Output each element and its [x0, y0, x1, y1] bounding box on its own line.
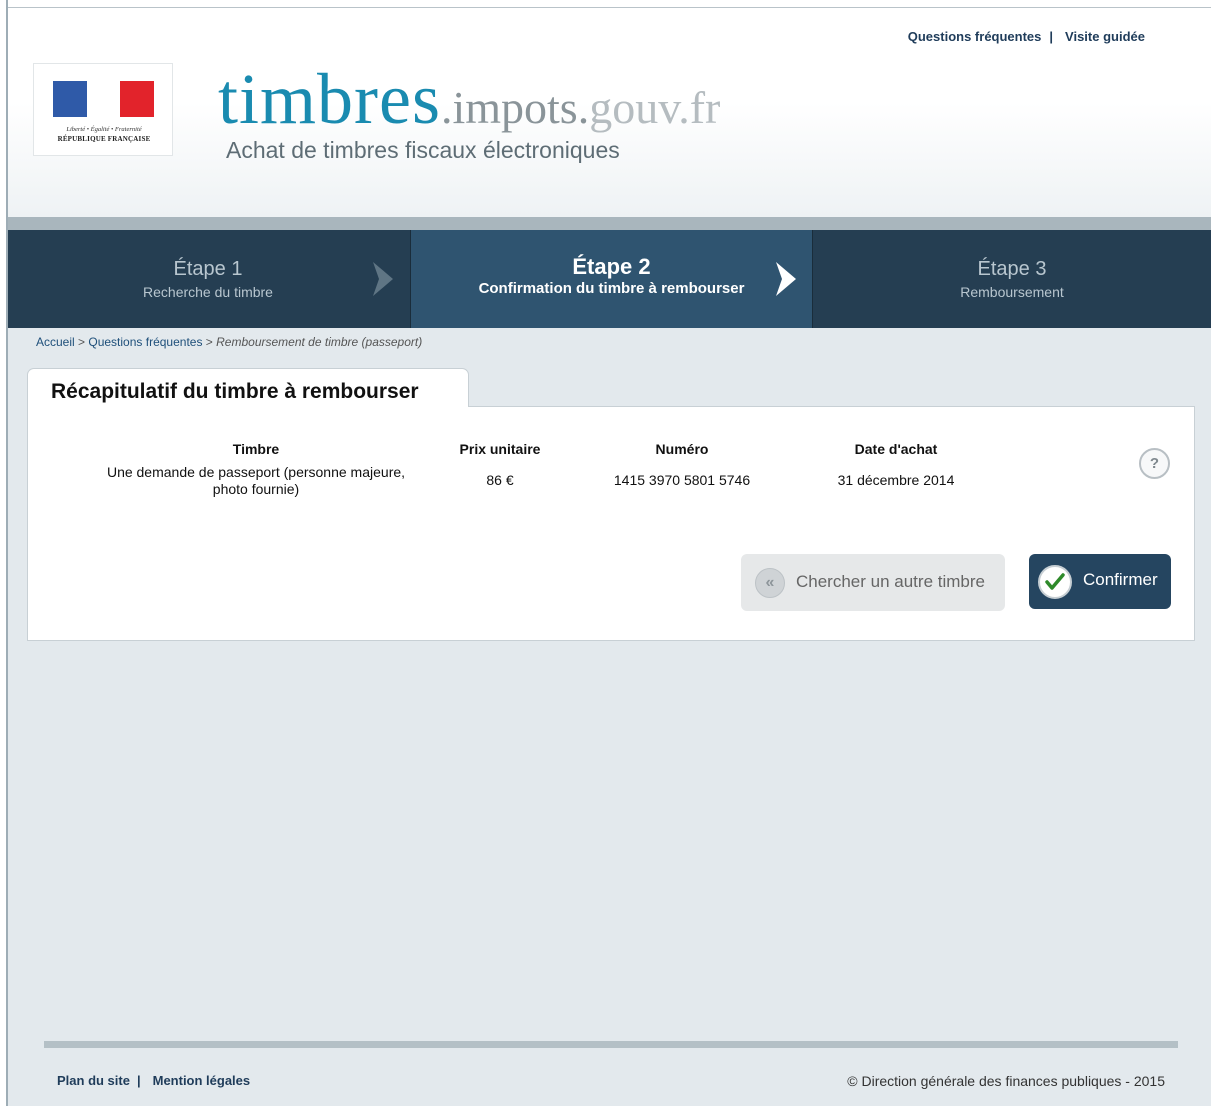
marianne-flag-icon [53, 81, 154, 117]
step-3-title: Étape 3 [977, 258, 1047, 280]
value-price: 86 € [486, 472, 514, 488]
double-chevron-left-icon: « [755, 568, 785, 598]
left-border [0, 0, 8, 1106]
step-2-subtitle: Confirmation du timbre à rembourser [478, 280, 745, 297]
chevron-right-icon [776, 262, 796, 296]
summary-tab-title: Récapitulatif du timbre à rembourser [27, 368, 469, 409]
breadcrumb-faq[interactable]: Questions fréquentes [88, 335, 202, 349]
site-tagline: Achat de timbres fiscaux électroniques [226, 137, 620, 163]
breadcrumb-home[interactable]: Accueil [36, 335, 75, 349]
checkmark-icon [1038, 565, 1072, 599]
header-stamp: Timbre [232, 441, 280, 457]
column-date: Date d'achat 31 décembre 2014 [816, 441, 976, 488]
guided-tour-link[interactable]: Visite guidée [1065, 29, 1145, 44]
brand-main: timbres [218, 59, 441, 139]
brand-mid: .impots. [440, 82, 590, 133]
tab-joiner [28, 404, 468, 408]
help-icon[interactable]: ? [1139, 448, 1170, 479]
republique-francaise-logo[interactable]: Liberté • Égalité • Fraternité RÉPUBLIQU… [33, 63, 173, 156]
step-1-title: Étape 1 [173, 258, 243, 280]
step-1: Étape 1 Recherche du timbre [8, 230, 410, 328]
site-header: Questions fréquentes | Visite guidée Liber… [8, 8, 1211, 218]
header-band [8, 217, 1211, 230]
summary-card: Timbre Une demande de passeport (personn… [27, 406, 1195, 641]
step-2-title: Étape 2 [572, 254, 651, 279]
progress-steps: Étape 1 Recherche du timbre Étape 2 Conf… [8, 230, 1211, 328]
value-date: 31 décembre 2014 [837, 472, 955, 488]
step-1-subtitle: Recherche du timbre [143, 284, 273, 300]
top-links: Questions fréquentes | Visite guidée [907, 29, 1145, 44]
step-3: Étape 3 Remboursement [812, 230, 1211, 328]
header-number: Numéro [655, 441, 709, 457]
search-another-stamp-label: Chercher un autre timbre [796, 572, 985, 591]
breadcrumb: Accueil > Questions fréquentes > Rembour… [36, 335, 423, 349]
footer-bar [44, 1041, 1178, 1048]
column-stamp: Timbre Une demande de passeport (personn… [91, 441, 421, 498]
step-2: Étape 2 Confirmation du timbre à rembour… [410, 230, 812, 328]
search-another-stamp-button[interactable]: « Chercher un autre timbre [741, 554, 1005, 611]
header-date: Date d'achat [854, 441, 938, 457]
legal-notice-link[interactable]: Mention légales [153, 1073, 251, 1088]
footer-copyright: © Direction générale des finances publiq… [847, 1073, 1165, 1089]
confirm-label: Confirmer [1083, 570, 1158, 589]
site-brand[interactable]: timbres.impots.gouv.fr [218, 58, 720, 141]
confirm-button[interactable]: Confirmer [1029, 554, 1171, 609]
sitemap-link[interactable]: Plan du site [57, 1073, 130, 1088]
faq-link[interactable]: Questions fréquentes [908, 29, 1042, 44]
footer-links: Plan du site | Mention légales [57, 1073, 251, 1088]
column-number: Numéro 1415 3970 5801 5746 [598, 441, 766, 488]
value-stamp: Une demande de passeport (personne majeu… [106, 464, 406, 497]
step-3-subtitle: Remboursement [960, 284, 1064, 300]
value-number: 1415 3970 5801 5746 [613, 472, 751, 488]
brand-end: gouv.fr [589, 82, 721, 133]
chevron-right-icon [373, 262, 393, 296]
logo-republic-text: RÉPUBLIQUE FRANÇAISE [57, 135, 151, 143]
header-price: Prix unitaire [459, 441, 541, 457]
logo-motto: Liberté • Égalité • Fraternité [66, 126, 142, 133]
top-border [8, 0, 1211, 8]
column-price: Prix unitaire 86 € [440, 441, 560, 488]
breadcrumb-current: Remboursement de timbre (passeport) [216, 335, 423, 349]
